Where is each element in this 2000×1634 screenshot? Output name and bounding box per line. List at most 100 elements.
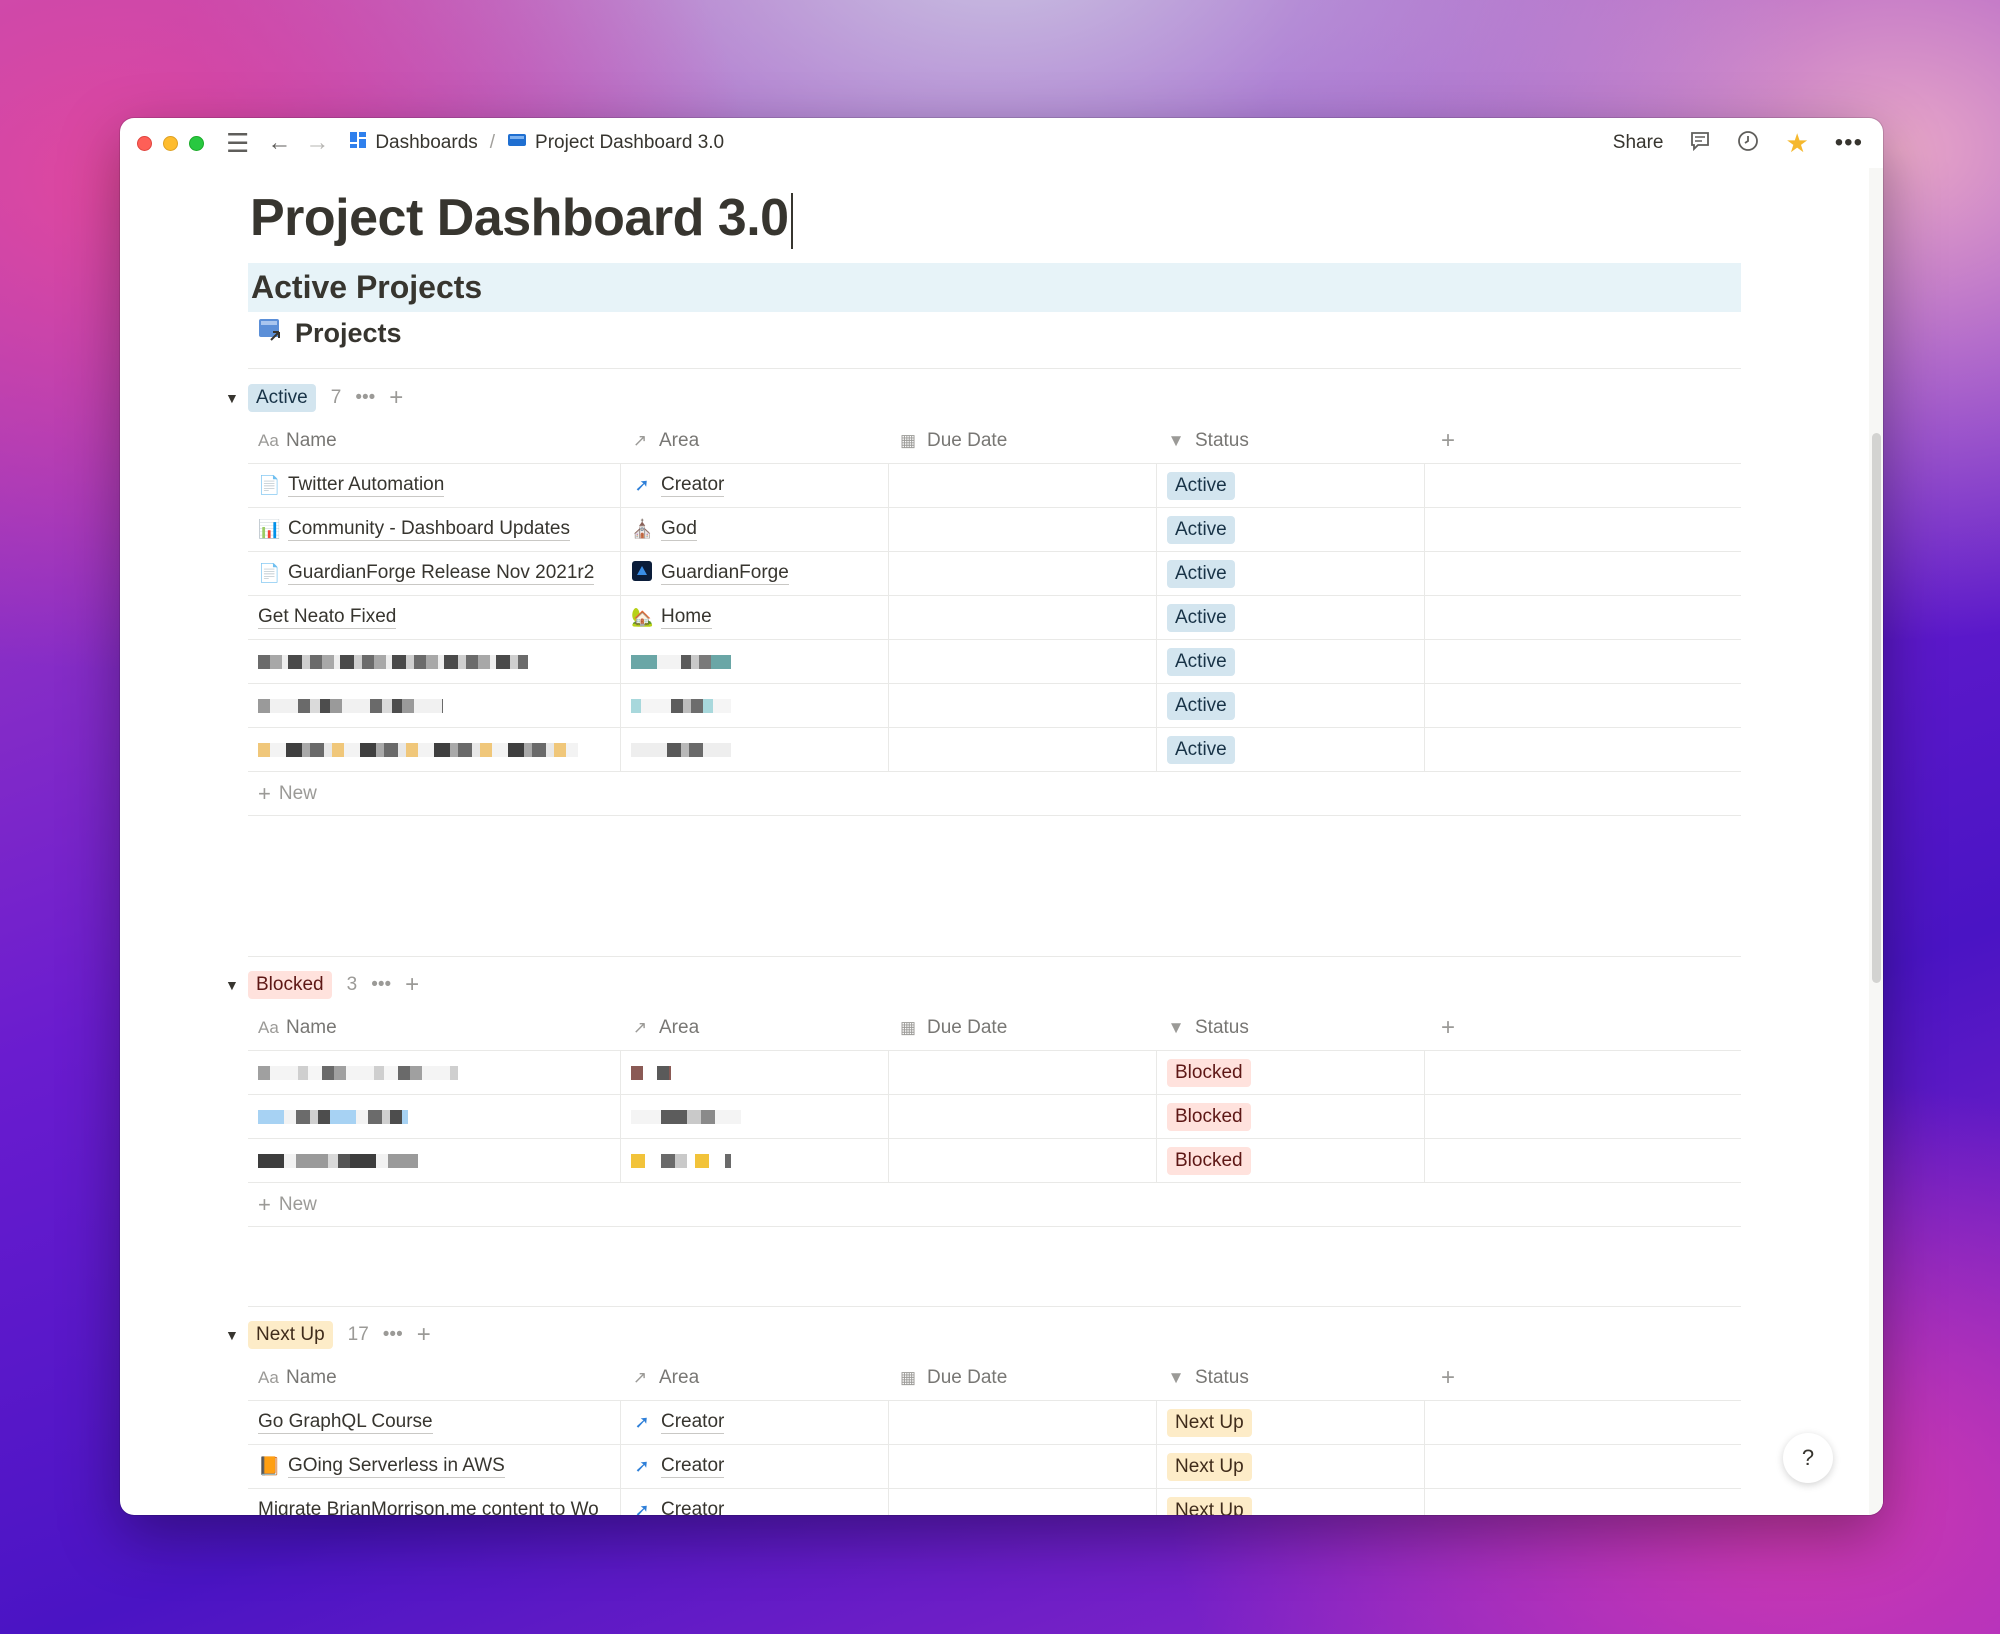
table-row[interactable]: 📄 GuardianForge Release Nov 2021r2 Guardi… xyxy=(248,552,1741,596)
table-row[interactable]: Migrate BrianMorrison.me content to Wo ➚… xyxy=(248,1489,1741,1515)
row-area[interactable]: God xyxy=(661,518,697,541)
area-cell-redacted[interactable] xyxy=(621,728,889,771)
table-row[interactable]: Active xyxy=(248,684,1741,728)
area-cell[interactable]: ➚ Creator xyxy=(621,464,889,507)
name-cell-redacted[interactable] xyxy=(248,684,621,727)
due-cell[interactable] xyxy=(889,596,1157,639)
area-cell[interactable]: ➚ Creator xyxy=(621,1401,889,1444)
back-arrow-icon[interactable]: ← xyxy=(267,131,291,155)
name-cell[interactable]: 📙 GOing Serverless in AWS xyxy=(248,1445,621,1488)
column-header-due-date[interactable]: ▦ Due Date xyxy=(889,1005,1157,1050)
due-cell[interactable] xyxy=(889,728,1157,771)
page-title[interactable]: Project Dashboard 3.0 xyxy=(250,188,793,250)
row-area[interactable]: Creator xyxy=(661,1499,724,1515)
status-cell[interactable]: Next Up xyxy=(1157,1401,1425,1444)
group-add-icon[interactable]: + xyxy=(389,384,403,412)
history-clock-icon[interactable] xyxy=(1737,130,1759,157)
more-options-icon[interactable]: ••• xyxy=(1835,129,1863,157)
name-cell[interactable]: 📄 Twitter Automation xyxy=(248,464,621,507)
forward-arrow-icon[interactable]: → xyxy=(305,131,329,155)
breadcrumb-dashboards[interactable]: Dashboards xyxy=(375,132,477,154)
area-cell[interactable]: 🏡 Home xyxy=(621,596,889,639)
new-row-button[interactable]: + New xyxy=(248,772,1741,816)
table-row[interactable]: Blocked xyxy=(248,1051,1741,1095)
status-cell[interactable]: Active xyxy=(1157,728,1425,771)
row-name[interactable]: Go GraphQL Course xyxy=(258,1411,433,1434)
row-area[interactable]: Home xyxy=(661,606,712,629)
area-cell-redacted[interactable] xyxy=(621,1095,889,1138)
area-cell[interactable]: ⛪ God xyxy=(621,508,889,551)
add-column-button[interactable]: + xyxy=(1425,1355,1741,1400)
area-cell-redacted[interactable] xyxy=(621,684,889,727)
collapse-toggle-icon[interactable]: ▼ xyxy=(220,390,248,406)
page-title-text[interactable]: Project Dashboard 3.0 xyxy=(250,189,789,247)
due-cell[interactable] xyxy=(889,1051,1157,1094)
column-header-area[interactable]: ↗ Area xyxy=(621,1355,889,1400)
sidebar-menu-icon[interactable]: ☰ xyxy=(226,130,249,156)
add-column-button[interactable]: + xyxy=(1425,418,1741,463)
due-cell[interactable] xyxy=(889,640,1157,683)
name-cell-redacted[interactable] xyxy=(248,1051,621,1094)
group-more-icon[interactable]: ••• xyxy=(371,974,391,996)
add-column-button[interactable]: + xyxy=(1425,1005,1741,1050)
status-cell[interactable]: Active xyxy=(1157,640,1425,683)
area-cell[interactable]: ➚ Creator xyxy=(621,1445,889,1488)
database-title[interactable]: Projects xyxy=(257,316,402,351)
name-cell[interactable]: Go GraphQL Course xyxy=(248,1401,621,1444)
status-cell[interactable]: Next Up xyxy=(1157,1489,1425,1515)
area-cell[interactable]: GuardianForge xyxy=(621,552,889,595)
column-header-due-date[interactable]: ▦ Due Date xyxy=(889,1355,1157,1400)
area-cell-redacted[interactable] xyxy=(621,1139,889,1182)
status-cell[interactable]: Active xyxy=(1157,508,1425,551)
row-area[interactable]: Creator xyxy=(661,1455,725,1478)
name-cell[interactable]: 📊 Community - Dashboard Updates xyxy=(248,508,621,551)
column-header-name[interactable]: Aa Name xyxy=(248,1355,621,1400)
table-row[interactable]: 📄 Twitter Automation ➚ Creator Active xyxy=(248,464,1741,508)
row-area[interactable]: Creator xyxy=(661,474,725,497)
due-cell[interactable] xyxy=(889,1139,1157,1182)
name-cell[interactable]: Migrate BrianMorrison.me content to Wo xyxy=(248,1489,621,1515)
table-row[interactable]: 📙 GOing Serverless in AWS ➚ Creator Next U… xyxy=(248,1445,1741,1489)
breadcrumb-current-page[interactable]: Project Dashboard 3.0 xyxy=(535,132,724,154)
area-cell-redacted[interactable] xyxy=(621,1051,889,1094)
due-cell[interactable] xyxy=(889,1401,1157,1444)
status-cell[interactable]: Blocked xyxy=(1157,1139,1425,1182)
row-name[interactable]: Migrate BrianMorrison.me content to Wo xyxy=(258,1499,599,1515)
vertical-scrollbar[interactable] xyxy=(1869,168,1883,1515)
favorite-star-icon[interactable]: ★ xyxy=(1785,128,1808,159)
due-cell[interactable] xyxy=(889,464,1157,507)
collapse-toggle-icon[interactable]: ▼ xyxy=(220,1327,248,1343)
comments-icon[interactable] xyxy=(1689,130,1711,157)
column-header-status[interactable]: ▼ Status xyxy=(1157,1005,1425,1050)
table-row[interactable]: Active xyxy=(248,640,1741,684)
name-cell-redacted[interactable] xyxy=(248,1139,621,1182)
due-cell[interactable] xyxy=(889,508,1157,551)
row-name[interactable]: GOing Serverless in AWS xyxy=(288,1455,505,1478)
table-row[interactable]: Blocked xyxy=(248,1139,1741,1183)
scrollbar-thumb[interactable] xyxy=(1872,433,1881,983)
collapse-toggle-icon[interactable]: ▼ xyxy=(220,977,248,993)
column-header-area[interactable]: ↗ Area xyxy=(621,418,889,463)
row-area[interactable]: Creator xyxy=(661,1411,725,1434)
due-cell[interactable] xyxy=(889,1445,1157,1488)
status-cell[interactable]: Blocked xyxy=(1157,1095,1425,1138)
row-area[interactable]: GuardianForge xyxy=(661,562,789,585)
name-cell-redacted[interactable] xyxy=(248,1095,621,1138)
column-header-area[interactable]: ↗ Area xyxy=(621,1005,889,1050)
area-cell-redacted[interactable] xyxy=(621,640,889,683)
name-cell[interactable]: Get Neato Fixed xyxy=(248,596,621,639)
table-row[interactable]: Blocked xyxy=(248,1095,1741,1139)
table-row[interactable]: 📊 Community - Dashboard Updates ⛪ God Acti… xyxy=(248,508,1741,552)
column-header-status[interactable]: ▼ Status xyxy=(1157,418,1425,463)
table-row[interactable]: Go GraphQL Course ➚ Creator Next Up xyxy=(248,1401,1741,1445)
section-heading[interactable]: Active Projects xyxy=(248,263,1741,312)
share-button[interactable]: Share xyxy=(1613,132,1664,154)
status-cell[interactable]: Active xyxy=(1157,596,1425,639)
row-name[interactable]: GuardianForge Release Nov 2021r2 xyxy=(288,562,595,585)
group-more-icon[interactable]: ••• xyxy=(383,1324,403,1346)
status-cell[interactable]: Active xyxy=(1157,684,1425,727)
maximize-window-button[interactable] xyxy=(189,135,204,151)
row-name[interactable]: Twitter Automation xyxy=(288,474,445,497)
group-add-icon[interactable]: + xyxy=(417,1321,431,1349)
group-add-icon[interactable]: + xyxy=(405,971,419,999)
